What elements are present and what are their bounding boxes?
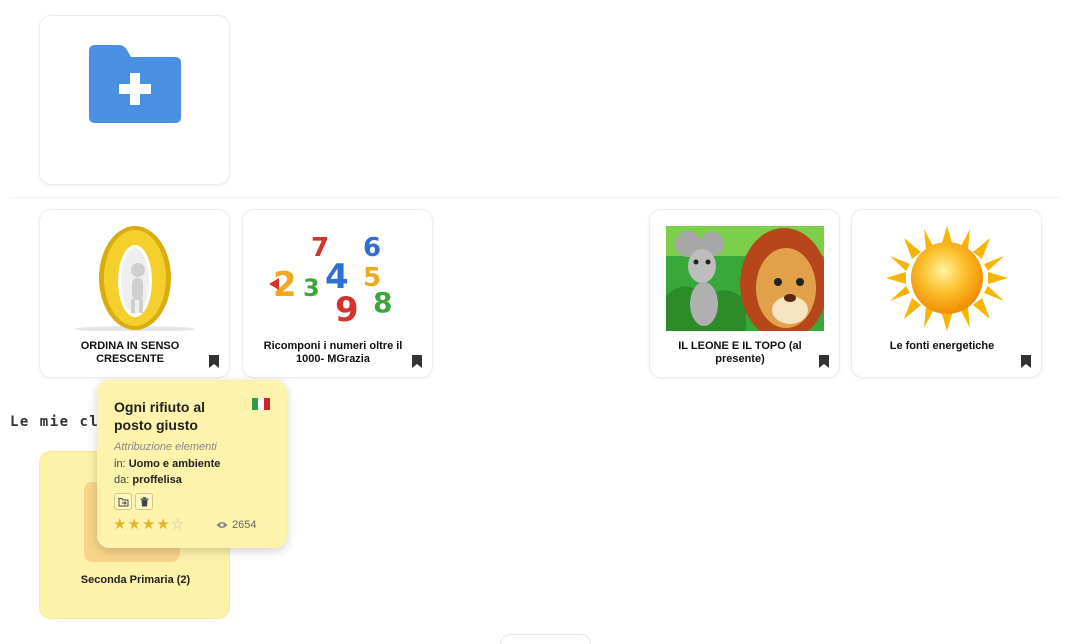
move-to-folder-button[interactable]	[114, 493, 132, 510]
activity-title: Ricomponi i numeri oltre il 1000- MGrazi…	[263, 340, 403, 365]
view-count: 2654	[216, 519, 256, 531]
activity-card-ordina[interactable]: ORDINA IN SENSO CRESCENTE	[39, 209, 230, 378]
svg-text:6: 6	[363, 233, 381, 263]
class-label: Seconda Primaria (2)	[80, 574, 191, 586]
popup-actions	[114, 493, 153, 510]
svg-text:3: 3	[303, 274, 320, 302]
folder-move-icon	[118, 497, 128, 506]
activity-thumbnail: 7 6 2 4 3 5 9 8	[259, 226, 417, 331]
bookmark-icon[interactable]	[819, 355, 829, 368]
activity-card-fonti-energetiche[interactable]: Le fonti energetiche	[851, 209, 1042, 378]
star-empty-icon: ☆	[170, 516, 185, 533]
popup-author: da: proffelisa	[114, 474, 182, 486]
view-count-value: 2654	[232, 519, 257, 531]
svg-text:8: 8	[373, 286, 392, 319]
popup-activity-type: Attribuzione elementi	[114, 441, 217, 453]
activity-thumbnail	[868, 226, 1026, 331]
section-divider	[10, 197, 1060, 198]
folder-plus-icon	[89, 45, 181, 123]
bookmark-icon[interactable]	[209, 355, 219, 368]
delete-button[interactable]	[135, 493, 153, 510]
load-more-button[interactable]	[500, 634, 591, 644]
popup-author-value[interactable]: proffelisa	[132, 474, 182, 486]
activity-popup[interactable]: Ogni rifiuto al posto giusto Attribuzion…	[97, 380, 287, 548]
activity-title: IL LEONE E IL TOPO (al presente)	[678, 340, 802, 365]
star-filled-icon: ★	[156, 516, 170, 533]
eye-icon	[216, 522, 228, 528]
bookmark-icon[interactable]	[1021, 355, 1031, 368]
activity-title: Le fonti energetiche	[889, 340, 995, 352]
activity-card-leone-topo[interactable]: IL LEONE E IL TOPO (al presente)	[649, 209, 840, 378]
svg-text:9: 9	[335, 290, 359, 330]
activity-thumbnail	[56, 226, 214, 331]
popup-title: Ogni rifiuto al posto giusto	[114, 399, 205, 433]
popup-category: in: Uomo e ambiente	[114, 458, 221, 470]
activity-card-ricomponi[interactable]: 7 6 2 4 3 5 9 8 Ricomponi i numeri oltre…	[242, 209, 433, 378]
star-filled-icon: ★	[141, 516, 156, 533]
activity-title: ORDINA IN SENSO CRESCENTE	[80, 340, 180, 365]
section-title: Le mie cl	[10, 414, 100, 430]
star-filled-icon: ★	[113, 516, 127, 533]
bookmark-icon[interactable]	[412, 355, 422, 368]
italian-flag-icon	[252, 398, 270, 410]
trash-icon	[140, 496, 148, 506]
star-filled-icon: ★	[127, 516, 141, 533]
popup-category-value[interactable]: Uomo e ambiente	[129, 458, 221, 470]
new-folder-card[interactable]	[39, 15, 230, 185]
activity-thumbnail	[666, 226, 824, 331]
rating-stars: ★ ★ ★ ★ ☆	[113, 517, 184, 532]
